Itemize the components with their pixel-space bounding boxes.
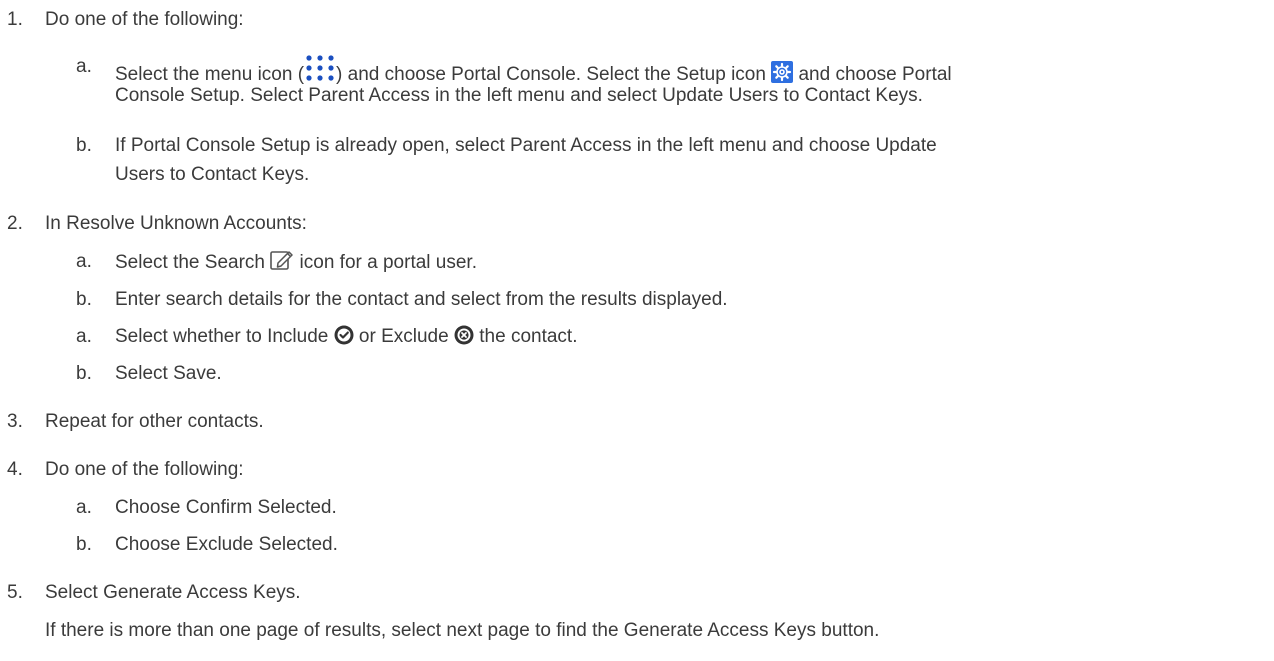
step-4a-text: Choose Confirm Selected. <box>115 497 337 518</box>
step-2c-text-1: Select whether to Include <box>115 326 329 347</box>
step-3-text: Repeat for other contacts. <box>45 411 264 432</box>
step-1a-line-2: Console Setup. Select Parent Access in t… <box>115 85 923 106</box>
step-3-number: 3. <box>7 411 23 432</box>
step-2d-letter: b. <box>76 363 92 384</box>
step-1b-letter: b. <box>76 135 92 156</box>
step-4b-letter: b. <box>76 534 92 555</box>
step-1b-line-2: Users to Contact Keys. <box>115 164 310 185</box>
step-5-number: 5. <box>7 582 23 603</box>
step-1-number: 1. <box>7 9 23 30</box>
step-2c-letter: a. <box>76 326 92 347</box>
step-2-text: In Resolve Unknown Accounts: <box>45 213 307 234</box>
step-2c-text-2: or Exclude <box>358 326 449 347</box>
search-edit-icon <box>270 251 294 270</box>
step-5-note: If there is more than one page of result… <box>45 620 880 641</box>
step-1a-text-1: Select the menu icon ( <box>115 64 305 85</box>
step-4-text: Do one of the following: <box>45 459 244 480</box>
step-1a-text-3: and choose Portal <box>798 64 952 85</box>
procedure-document: 1. Do one of the following: a. Select th… <box>0 0 1274 661</box>
exclude-x-icon <box>454 325 474 345</box>
step-1-text: Do one of the following: <box>45 9 244 30</box>
step-4-number: 4. <box>7 459 23 480</box>
step-2a-text-2: icon for a portal user. <box>299 252 477 273</box>
setup-gear-icon <box>771 61 794 83</box>
step-4a-letter: a. <box>76 497 92 518</box>
step-2b-text: Enter search details for the contact and… <box>115 289 728 310</box>
step-5-text: Select Generate Access Keys. <box>45 582 301 603</box>
menu-dots-icon <box>306 55 334 81</box>
step-4b-text: Choose Exclude Selected. <box>115 534 338 555</box>
step-2b-letter: b. <box>76 289 92 310</box>
step-2-number: 2. <box>7 213 23 234</box>
step-2a-letter: a. <box>76 251 92 272</box>
step-1b-line-1: If Portal Console Setup is already open,… <box>115 135 937 156</box>
step-2d-text: Select Save. <box>115 363 222 384</box>
step-2a-text-1: Select the Search <box>115 252 265 273</box>
step-1a-text-2: ) and choose Portal Console. Select the … <box>336 64 766 85</box>
include-check-icon <box>334 325 354 345</box>
step-1a-letter: a. <box>76 56 92 77</box>
step-2c-text-3: the contact. <box>479 326 578 347</box>
